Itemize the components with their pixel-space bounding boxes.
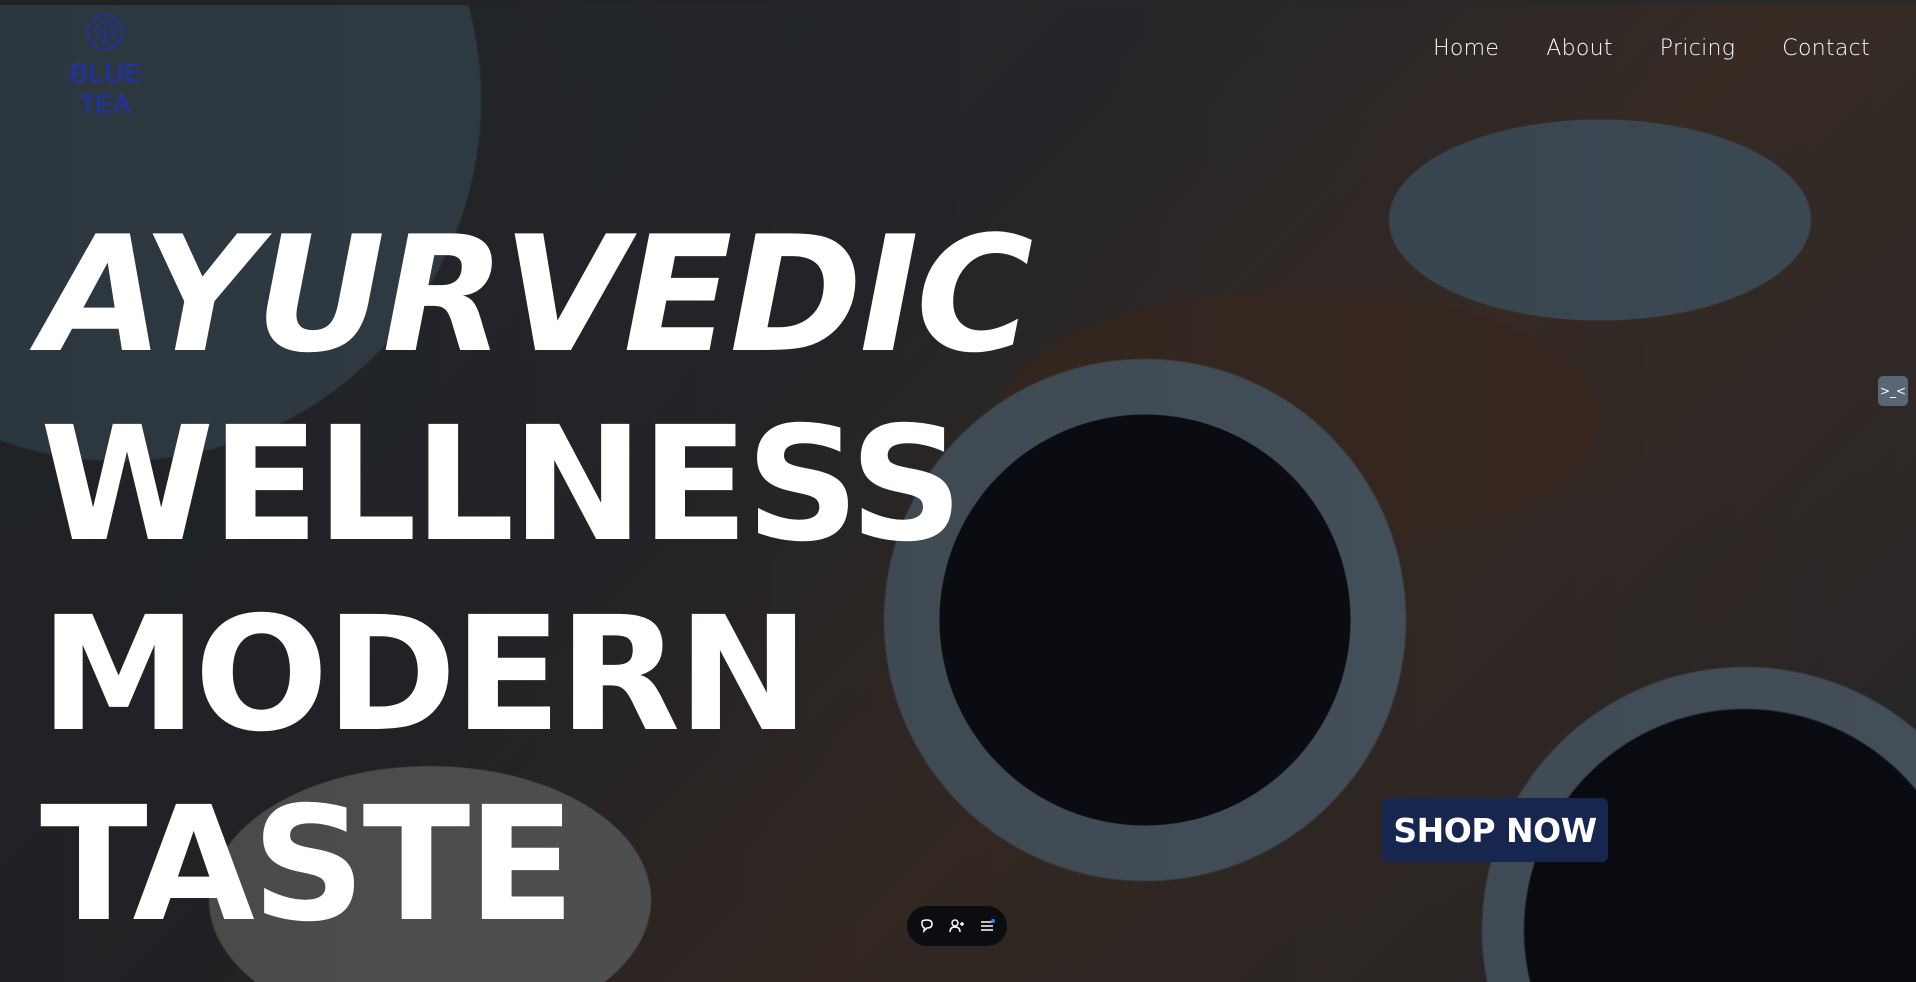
hero-headline: AYURVEDIC WELLNESS MODERN TASTE	[40, 200, 1033, 960]
widget-toggle-icon[interactable]: >_<	[1878, 376, 1908, 406]
headline-line-4: TASTE	[40, 773, 575, 957]
nav-about[interactable]: About	[1546, 36, 1613, 61]
nav-pricing[interactable]: Pricing	[1660, 36, 1736, 61]
hero-section: BLUE TEA Home About Pricing Contact AYUR…	[0, 0, 1916, 982]
headline-line-2: WELLNESS	[40, 393, 963, 577]
nav-home[interactable]: Home	[1433, 36, 1499, 61]
nav-contact[interactable]: Contact	[1782, 36, 1870, 61]
add-user-icon[interactable]	[947, 916, 967, 936]
headline-line-1: AYURVEDIC	[40, 201, 1033, 388]
brand-logo[interactable]: BLUE TEA	[46, 12, 164, 119]
headline-line-3: MODERN	[40, 583, 810, 767]
shop-now-button[interactable]: SHOP NOW	[1382, 798, 1608, 862]
menu-list-icon[interactable]	[977, 916, 997, 936]
main-nav: Home About Pricing Contact	[1433, 36, 1870, 61]
tea-leaf-circle-icon	[86, 13, 124, 51]
floating-toolbar	[907, 906, 1007, 946]
comment-icon[interactable]	[917, 916, 937, 936]
brand-name: BLUE TEA	[69, 58, 141, 119]
